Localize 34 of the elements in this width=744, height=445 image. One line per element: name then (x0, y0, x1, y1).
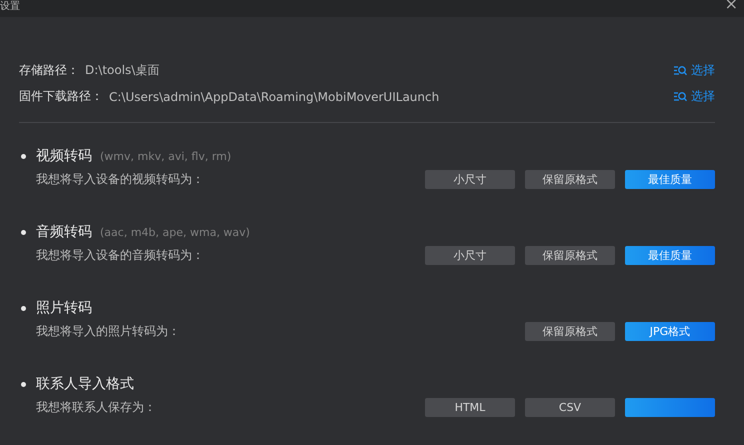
choose-link[interactable]: 选择 (674, 88, 715, 105)
section-prompt: 我想将导入设备的音频转码为： (36, 246, 204, 264)
window-title: 设置 (0, 0, 20, 13)
section-prompt: 我想将联系人保存为： (36, 398, 156, 416)
search-icon (674, 65, 687, 76)
path-label: 固件下载路径： (19, 88, 103, 105)
path-label: 存储路径： (19, 62, 79, 79)
section-title: 视频转码 (36, 147, 92, 165)
format-list: (aac, m4b, ape, wma, wav) (100, 226, 250, 238)
option-button[interactable]: CSV (525, 398, 615, 416)
path-value: C:\Users\admin\AppData\Roaming\MobiMoverUILaunch (109, 90, 440, 104)
section-title: 联系人导入格式 (36, 375, 134, 393)
section-title: 照片转码 (36, 299, 92, 317)
option-button[interactable]: HTML (425, 398, 515, 416)
option-button[interactable]: 小尺寸 (425, 246, 515, 264)
option-button[interactable]: 保留原格式 (525, 322, 615, 340)
section-title: 音频转码 (36, 223, 92, 241)
option-button[interactable]: 保留原格式 (525, 170, 615, 188)
bullet-icon (21, 230, 26, 234)
format-list: (wmv, mkv, avi, flv, rm) (100, 150, 232, 162)
path-value: D:\tools\桌面 (85, 62, 160, 79)
option-button[interactable]: 最佳质量 (625, 170, 715, 188)
section-prompt: 我想将导入设备的视频转码为： (36, 170, 204, 188)
section-prompt: 我想将导入的照片转码为： (36, 322, 180, 340)
bullet-icon (21, 382, 26, 386)
bullet-icon (21, 154, 26, 158)
option-button[interactable]: 保留原格式 (525, 246, 615, 264)
bullet-icon (21, 306, 26, 310)
search-icon (674, 91, 687, 102)
option-button[interactable]: JPG格式 (625, 322, 715, 340)
option-button[interactable]: 小尺寸 (425, 170, 515, 188)
option-button[interactable]: 最佳质量 (625, 246, 715, 264)
option-button[interactable] (625, 398, 715, 416)
choose-link[interactable]: 选择 (674, 62, 715, 79)
